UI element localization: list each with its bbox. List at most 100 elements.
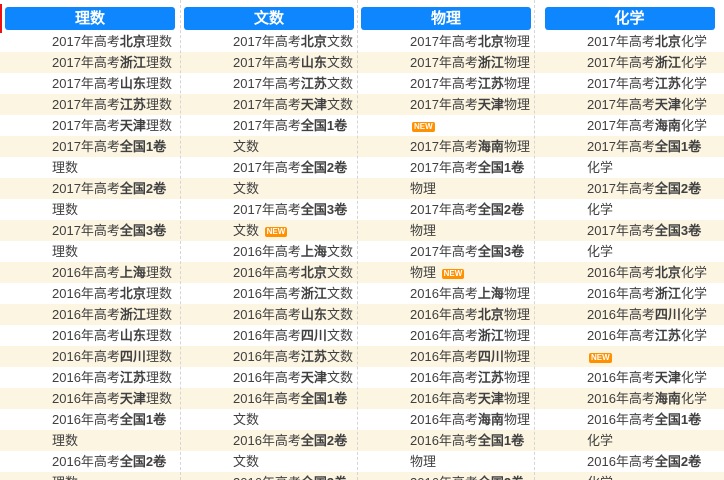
paper-link[interactable]: 2016年高考全国3卷文数 — [233, 475, 347, 480]
paper-link[interactable]: 2016年高考四川化学 — [587, 307, 707, 322]
paper-link[interactable]: 2017年高考山东理数 — [52, 76, 172, 91]
paper-link[interactable]: 2016年高考上海物理 — [410, 286, 530, 301]
paper-link[interactable]: 2016年高考北京文数 — [233, 265, 353, 280]
paper-link[interactable]: 2016年高考上海文数 — [233, 244, 353, 259]
paper-link-region: 海南 — [655, 118, 681, 133]
paper-link[interactable]: 2017年高考全国1卷理数 — [52, 139, 166, 175]
paper-link-region: 北京 — [655, 34, 681, 49]
paper-link[interactable]: 2016年高考天津化学 — [587, 370, 707, 385]
paper-list-item: 2016年高考浙江理数 — [52, 304, 177, 325]
paper-link[interactable]: 2016年高考江苏理数 — [52, 370, 172, 385]
paper-link[interactable]: 2017年高考北京化学 — [587, 34, 707, 49]
paper-link[interactable]: 2017年高考全国1卷文数 — [233, 118, 347, 154]
paper-link-subject: 化学 — [681, 76, 707, 91]
paper-link[interactable]: 2016年高考四川文数 — [233, 328, 353, 343]
paper-list-item: 2016年高考全国1卷理数 — [52, 409, 177, 451]
paper-list-item: 2017年高考北京化学 — [587, 31, 712, 52]
paper-link[interactable]: 2016年高考海南化学 — [587, 391, 707, 406]
paper-link[interactable]: 2016年高考江苏物理 — [410, 370, 530, 385]
paper-link[interactable]: 2016年高考浙江物理 — [410, 328, 530, 343]
paper-list-item: 2016年高考全国1卷化学 — [587, 409, 712, 451]
paper-list-item: 2017年高考全国3卷理数 — [52, 220, 177, 262]
paper-link-region: 全国1卷 — [655, 139, 701, 154]
subject-header-button[interactable]: 物理 — [361, 7, 531, 30]
paper-link[interactable]: 2016年高考北京物理 — [410, 307, 530, 322]
paper-link[interactable]: 2017年高考天津化学 — [587, 97, 707, 112]
paper-link-year: 2017年高考 — [52, 139, 120, 154]
paper-link[interactable]: 2017年高考浙江理数 — [52, 55, 172, 70]
paper-link-year: 2017年高考 — [410, 160, 478, 175]
paper-link[interactable]: 2016年高考上海理数 — [52, 265, 172, 280]
paper-list-item: 2016年高考四川文数 — [233, 325, 358, 346]
paper-link[interactable]: 2017年高考全国2卷文数 — [233, 160, 347, 196]
paper-link[interactable]: 2017年高考天津文数 — [233, 97, 353, 112]
paper-link[interactable]: 2017年高考海南化学 — [587, 118, 707, 133]
subject-header-button[interactable]: 理数 — [5, 7, 175, 30]
subject-header-button[interactable]: 化学 — [545, 7, 715, 30]
paper-link[interactable]: 2017年高考北京理数 — [52, 34, 172, 49]
paper-link[interactable]: 2017年高考全国1卷化学 — [587, 139, 701, 175]
paper-list: 2017年高考北京理数 2017年高考浙江理数 2017年高考山东理数 2017… — [0, 31, 177, 480]
paper-link[interactable]: 2017年高考江苏文数 — [233, 76, 353, 91]
paper-list-item: 2016年高考全国2卷理数 — [52, 451, 177, 480]
paper-link-subject: 化学 — [681, 328, 707, 343]
paper-link[interactable]: 2017年高考江苏理数 — [52, 97, 172, 112]
paper-link-region: 江苏 — [301, 76, 327, 91]
subject-header-button[interactable]: 文数 — [184, 7, 354, 30]
paper-link[interactable]: 2017年高考全国3卷文数 NEW — [233, 202, 347, 238]
paper-link[interactable]: 2016年高考全国2卷理数 — [52, 454, 166, 480]
paper-link-region: 北京 — [478, 34, 504, 49]
paper-link[interactable]: 2016年高考浙江理数 — [52, 307, 172, 322]
paper-link[interactable]: 2016年高考全国2卷文数 — [233, 433, 347, 469]
paper-link[interactable]: 2017年高考全国2卷物理 — [410, 202, 524, 238]
paper-link-year: 2016年高考 — [233, 265, 301, 280]
paper-link[interactable]: 2016年高考全国1卷化学 — [587, 412, 701, 448]
paper-link-region: 天津 — [120, 391, 146, 406]
paper-link[interactable]: 2017年高考全国3卷理数 — [52, 223, 166, 259]
paper-link[interactable]: 2016年高考天津理数 — [52, 391, 172, 406]
paper-link[interactable]: 2016年高考四川理数 — [52, 349, 172, 364]
paper-link[interactable]: 2016年高考山东文数 — [233, 307, 353, 322]
paper-link[interactable]: 2017年高考浙江化学 — [587, 55, 707, 70]
new-badge-icon: NEW — [265, 227, 288, 237]
paper-link[interactable]: 2016年高考全国2卷化学 — [587, 454, 701, 480]
paper-link-year: 2017年高考 — [410, 244, 478, 259]
paper-link[interactable]: 2017年高考天津理数 — [52, 118, 172, 133]
paper-link-year: 2017年高考 — [587, 55, 655, 70]
paper-link-subject: 理数 — [146, 55, 172, 70]
paper-link[interactable]: 2017年高考北京文数 — [233, 34, 353, 49]
paper-link[interactable]: 2017年高考浙江物理 — [410, 55, 530, 70]
paper-link-year: 2016年高考 — [233, 433, 301, 448]
paper-link[interactable]: 2017年高考天津物理 NEW — [410, 97, 530, 133]
paper-link[interactable]: 2016年高考浙江文数 — [233, 286, 353, 301]
paper-link[interactable]: 2016年高考天津文数 — [233, 370, 353, 385]
paper-link[interactable]: 2017年高考江苏物理 — [410, 76, 530, 91]
paper-link[interactable]: 2017年高考全国3卷化学 — [587, 223, 701, 259]
paper-link[interactable]: 2016年高考天津物理 — [410, 391, 530, 406]
paper-link[interactable]: 2017年高考全国2卷理数 — [52, 181, 166, 217]
paper-link-region: 浙江 — [478, 55, 504, 70]
paper-link[interactable]: 2016年高考四川物理 — [410, 349, 530, 364]
paper-link[interactable]: 2017年高考北京物理 — [410, 34, 530, 49]
paper-link[interactable]: 2017年高考山东文数 — [233, 55, 353, 70]
paper-link[interactable]: 2016年高考全国2卷物理 — [410, 475, 524, 480]
paper-link[interactable]: 2016年高考江苏文数 — [233, 349, 353, 364]
paper-link[interactable]: 2016年高考江苏化学 NEW — [587, 328, 707, 364]
paper-link[interactable]: 2016年高考北京理数 — [52, 286, 172, 301]
paper-link[interactable]: 2016年高考山东理数 — [52, 328, 172, 343]
paper-link[interactable]: 2017年高考全国1卷物理 — [410, 160, 524, 196]
paper-link-subject: 化学 — [587, 433, 613, 448]
paper-link[interactable]: 2016年高考全国1卷理数 — [52, 412, 166, 448]
paper-link[interactable]: 2016年高考海南物理 — [410, 412, 530, 427]
paper-link[interactable]: 2017年高考江苏化学 — [587, 76, 707, 91]
paper-link[interactable]: 2016年高考北京化学 — [587, 265, 707, 280]
paper-link[interactable]: 2016年高考全国1卷物理 — [410, 433, 524, 469]
paper-link[interactable]: 2017年高考全国3卷物理 NEW — [410, 244, 524, 280]
paper-link[interactable]: 2016年高考浙江化学 — [587, 286, 707, 301]
paper-link-subject: 物理 — [504, 370, 530, 385]
paper-link[interactable]: 2017年高考海南物理 — [410, 139, 530, 154]
paper-link-region: 江苏 — [655, 328, 681, 343]
paper-link-region: 全国1卷 — [301, 118, 347, 133]
paper-link[interactable]: 2016年高考全国1卷文数 — [233, 391, 347, 427]
paper-link[interactable]: 2017年高考全国2卷化学 — [587, 181, 701, 217]
